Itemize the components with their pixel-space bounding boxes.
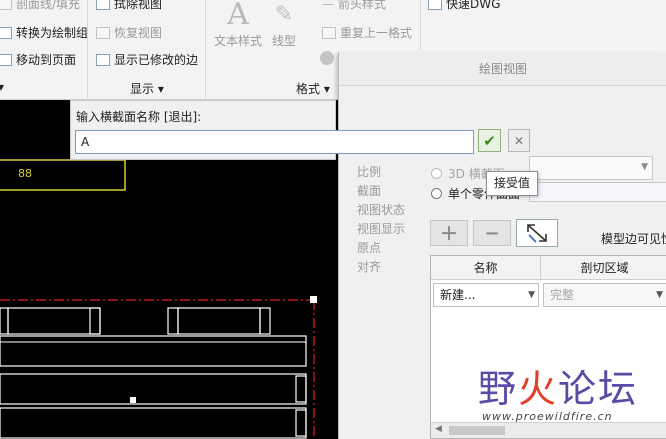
watermark-logo: 野火论坛 — [478, 358, 638, 413]
selection-handle — [130, 397, 136, 403]
format-painter-icon — [320, 51, 334, 65]
restore-view-label: 恢复视图 — [114, 26, 163, 40]
line-style-label: 线型 — [272, 34, 297, 48]
category-alignment[interactable]: 对齐 — [357, 258, 381, 275]
add-section-button[interactable]: ＋ — [430, 220, 468, 246]
line-style-button[interactable]: ✎ 线型 — [272, 0, 296, 49]
category-view-state[interactable]: 视图状态 — [357, 201, 405, 218]
section-hatch-label: 剖面线/填充 — [16, 0, 81, 11]
section-hatch-button[interactable]: 剖面线/填充 — [0, 0, 80, 12]
separator — [420, 0, 421, 50]
hatch-icon — [0, 0, 12, 10]
separator — [205, 0, 206, 98]
section-name-prompt: 输入横截面名称 [退出]: — [70, 100, 474, 160]
watermark-url: www.proewildfire.cn — [482, 410, 613, 423]
watermark-char-2: 火 — [518, 367, 559, 411]
close-icon: ✕ — [513, 133, 525, 148]
group-left-arrow[interactable]: ▾ — [0, 80, 4, 94]
erase-view-label: 拭除视图 — [114, 0, 163, 11]
category-origin[interactable]: 原点 — [357, 239, 381, 256]
pen-icon: ✎ — [274, 2, 294, 27]
convert-group-icon — [0, 26, 12, 39]
text-style-label: 文本样式 — [214, 34, 263, 48]
chevron-down-icon: ▼ — [528, 290, 535, 300]
section-name-value: 新建... — [440, 288, 476, 302]
checkmark-icon: ✔ — [483, 131, 496, 150]
arrow-style-icon: — — [322, 0, 334, 11]
extra-format-button[interactable] — [320, 51, 334, 65]
surface-selector[interactable] — [529, 182, 666, 202]
show-modified-edges-button[interactable]: 显示已修改的边 — [96, 51, 198, 68]
display-group[interactable]: 显示 ▾ — [130, 80, 164, 97]
quick-dwg-label: 快速DWG — [446, 0, 501, 11]
category-section[interactable]: 截面 — [357, 182, 381, 199]
accept-tooltip: 接受值 — [486, 171, 538, 196]
canvas-label: 88 — [18, 167, 32, 180]
prompt-label: 输入横截面名称 [退出]: — [76, 110, 202, 124]
flip-arrow-icon — [527, 224, 547, 243]
model-edge-visibility-label: 模型边可见性 — [601, 232, 666, 246]
repeat-format-icon — [322, 26, 336, 39]
radio-dot — [431, 168, 442, 179]
repeat-last-format-button[interactable]: 重复上一格式 — [322, 24, 412, 41]
cut-area-dropdown[interactable]: 完整 ▼ — [543, 283, 666, 307]
section-name-input[interactable] — [75, 130, 474, 154]
forum-watermark: 野火论坛 www.proewildfire.cn — [478, 358, 666, 430]
modified-edges-icon — [96, 53, 110, 66]
chevron-down-icon: ▼ — [656, 290, 663, 300]
plus-icon: ＋ — [440, 224, 458, 245]
table-header-name[interactable]: 名称 — [431, 256, 541, 280]
chevron-down-icon: ▼ — [641, 162, 648, 172]
scroll-left-icon: ◀ — [435, 424, 442, 434]
move-page-icon — [0, 53, 12, 66]
move-to-page-button[interactable]: 移动到页面 — [0, 51, 76, 68]
erase-view-button[interactable]: 拭除视图 — [96, 0, 162, 12]
arrow-style-label: 箭头样式 — [338, 0, 387, 11]
show-modified-edges-label: 显示已修改的边 — [114, 53, 199, 67]
minus-icon: − — [484, 222, 500, 244]
category-scale[interactable]: 比例 — [357, 163, 381, 180]
format-group[interactable]: 格式 ▾ — [296, 80, 330, 97]
radio-dot — [431, 188, 442, 199]
category-view-display[interactable]: 视图显示 — [357, 220, 405, 237]
remove-section-button[interactable]: − — [473, 220, 511, 246]
arrow-style-button[interactable]: — 箭头样式 — [322, 0, 386, 12]
separator — [87, 0, 88, 98]
selection-handle — [310, 296, 317, 303]
text-style-button[interactable]: A 文本样式 — [214, 0, 262, 49]
convert-to-draw-group-button[interactable]: 转换为绘制组 — [0, 24, 88, 41]
erase-view-icon — [96, 0, 110, 10]
display-group-label: 显示 — [130, 82, 155, 96]
repeat-last-format-label: 重复上一格式 — [340, 26, 413, 40]
watermark-char-3: 论坛 — [558, 367, 639, 411]
section-name-dropdown[interactable]: 新建... ▼ — [433, 283, 539, 307]
table-header-cut-area[interactable]: 剖切区域 — [541, 256, 666, 280]
dwg-icon — [428, 0, 442, 10]
flip-arrow-button[interactable] — [516, 219, 558, 247]
cancel-input-button[interactable]: ✕ — [508, 129, 530, 152]
quick-dwg-button[interactable]: 快速DWG — [428, 0, 500, 12]
format-group-label: 格式 — [296, 82, 321, 96]
watermark-char-1: 野 — [478, 367, 519, 411]
dialog-title: 绘图视图 — [339, 52, 666, 86]
cut-area-value: 完整 — [550, 288, 575, 302]
text-style-icon: A — [227, 0, 249, 32]
restore-view-icon — [96, 26, 110, 39]
section-type-combo[interactable]: ▼ — [529, 156, 653, 180]
accept-value-button[interactable]: ✔ — [478, 129, 501, 152]
restore-view-button[interactable]: 恢复视图 — [96, 24, 162, 41]
move-to-page-label: 移动到页面 — [16, 53, 77, 67]
convert-group-label: 转换为绘制组 — [16, 26, 89, 40]
